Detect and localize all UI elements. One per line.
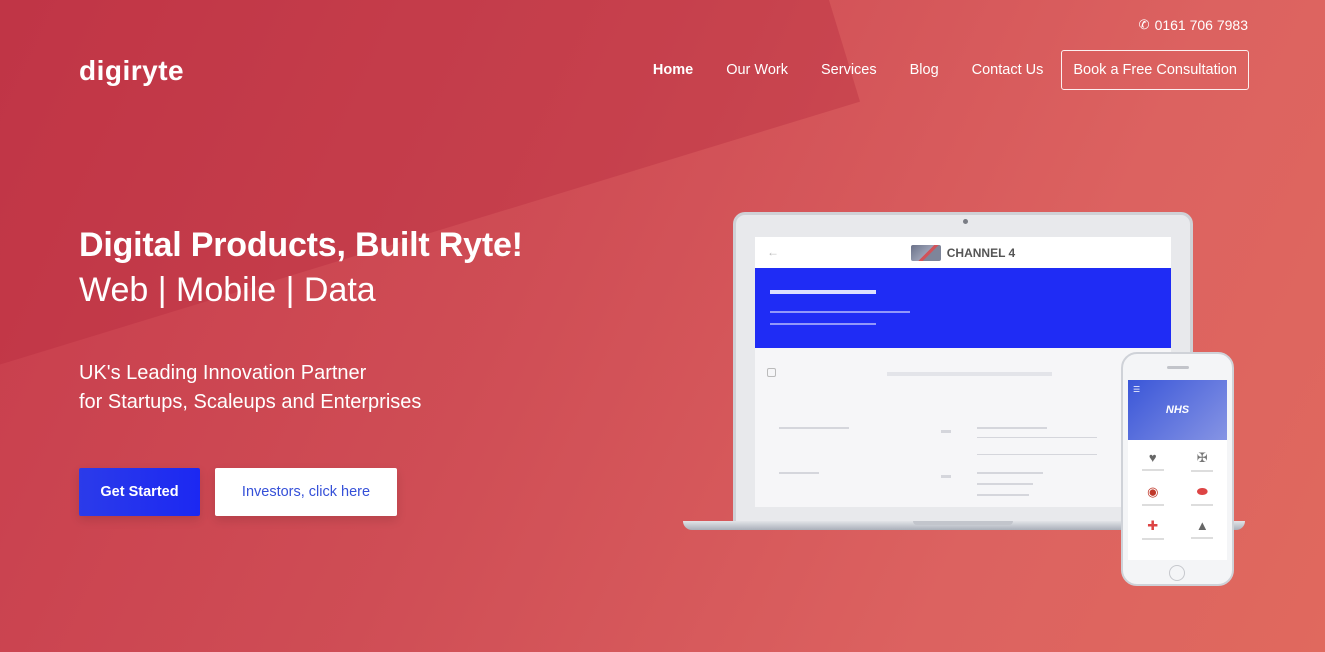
banner-line	[770, 311, 910, 313]
pill-icon: ⬬	[1196, 484, 1208, 499]
laptop-screen-title: CHANNEL 4	[946, 245, 1016, 260]
phone-number-text: 0161 706 7983	[1154, 17, 1248, 33]
nav-item-blog[interactable]: Blog	[910, 62, 939, 78]
placeholder-line	[977, 494, 1029, 496]
nav-item-our-work[interactable]: Our Work	[726, 62, 788, 78]
placeholder-line	[977, 427, 1047, 429]
cross-icon: ✠	[1196, 450, 1208, 465]
grid-item: ▲	[1178, 518, 1228, 540]
laptop-screen-header: ← CHANNEL 4	[755, 237, 1171, 268]
placeholder-line	[977, 437, 1097, 438]
phone-screen-banner: ☰ NHS	[1128, 380, 1227, 440]
laptop-camera	[963, 219, 968, 224]
grid-item: ♥	[1128, 450, 1178, 472]
phone-screen: ☰ NHS ♥ ✠ ◉ ⬬ ✚ ▲	[1128, 380, 1227, 560]
logo[interactable]: digiryte	[79, 55, 184, 87]
placeholder-line	[887, 372, 1052, 376]
placeholder-line	[941, 430, 951, 433]
banner-line	[770, 290, 876, 294]
placeholder-line	[779, 472, 819, 474]
placeholder-line	[779, 427, 849, 429]
laptop-notch	[913, 521, 1013, 525]
banner-line	[770, 323, 876, 325]
laptop-screen: ← CHANNEL 4	[755, 237, 1171, 507]
back-arrow-icon: ←	[767, 245, 779, 259]
menu-icon: ☰	[1133, 385, 1141, 394]
book-consultation-button[interactable]: Book a Free Consultation	[1061, 50, 1249, 90]
tagline-line-1: UK's Leading Innovation Partner	[79, 362, 367, 384]
checkbox-icon	[767, 368, 776, 377]
phone-screen-title: NHS	[1165, 404, 1190, 416]
hero-tagline: UK's Leading Innovation Partner for Star…	[79, 359, 421, 417]
eye-icon: ◉	[1147, 484, 1159, 499]
tooth-icon: ▲	[1195, 518, 1209, 533]
get-started-button[interactable]: Get Started	[79, 468, 200, 516]
hero-title: Digital Products, Built Ryte!	[79, 226, 523, 264]
placeholder-line	[941, 475, 951, 478]
investors-button[interactable]: Investors, click here	[215, 468, 397, 516]
placeholder-line	[977, 483, 1033, 485]
grid-item: ◉	[1128, 484, 1178, 506]
nav-item-home[interactable]: Home	[653, 62, 693, 78]
laptop-screen-body	[755, 348, 1171, 507]
phone-speaker	[1167, 366, 1189, 369]
phone-home-button	[1169, 565, 1185, 581]
main-nav: Home Our Work Services Blog Contact Us B…	[653, 50, 1249, 90]
tagline-line-2: for Startups, Scaleups and Enterprises	[79, 391, 422, 413]
grid-item: ✠	[1178, 450, 1228, 472]
placeholder-line	[977, 472, 1043, 474]
nav-item-contact-us[interactable]: Contact Us	[972, 62, 1044, 78]
phone-icon-grid: ♥ ✠ ◉ ⬬ ✚ ▲	[1128, 440, 1227, 540]
heart-icon: ♥	[1148, 450, 1157, 465]
grid-item: ✚	[1128, 518, 1178, 540]
first-aid-icon: ✚	[1147, 518, 1159, 533]
phone-number[interactable]: ✆ 0161 706 7983	[1139, 17, 1248, 33]
laptop-screen-banner	[755, 268, 1171, 348]
phone-mockup: ☰ NHS ♥ ✠ ◉ ⬬ ✚ ▲	[1121, 352, 1234, 586]
phone-icon: ✆	[1138, 17, 1150, 32]
grid-item: ⬬	[1178, 484, 1228, 506]
hero-subtitle: Web | Mobile | Data	[79, 271, 376, 309]
channel4-logo-icon	[910, 244, 941, 261]
nav-item-services[interactable]: Services	[821, 62, 877, 78]
placeholder-line	[977, 454, 1097, 455]
